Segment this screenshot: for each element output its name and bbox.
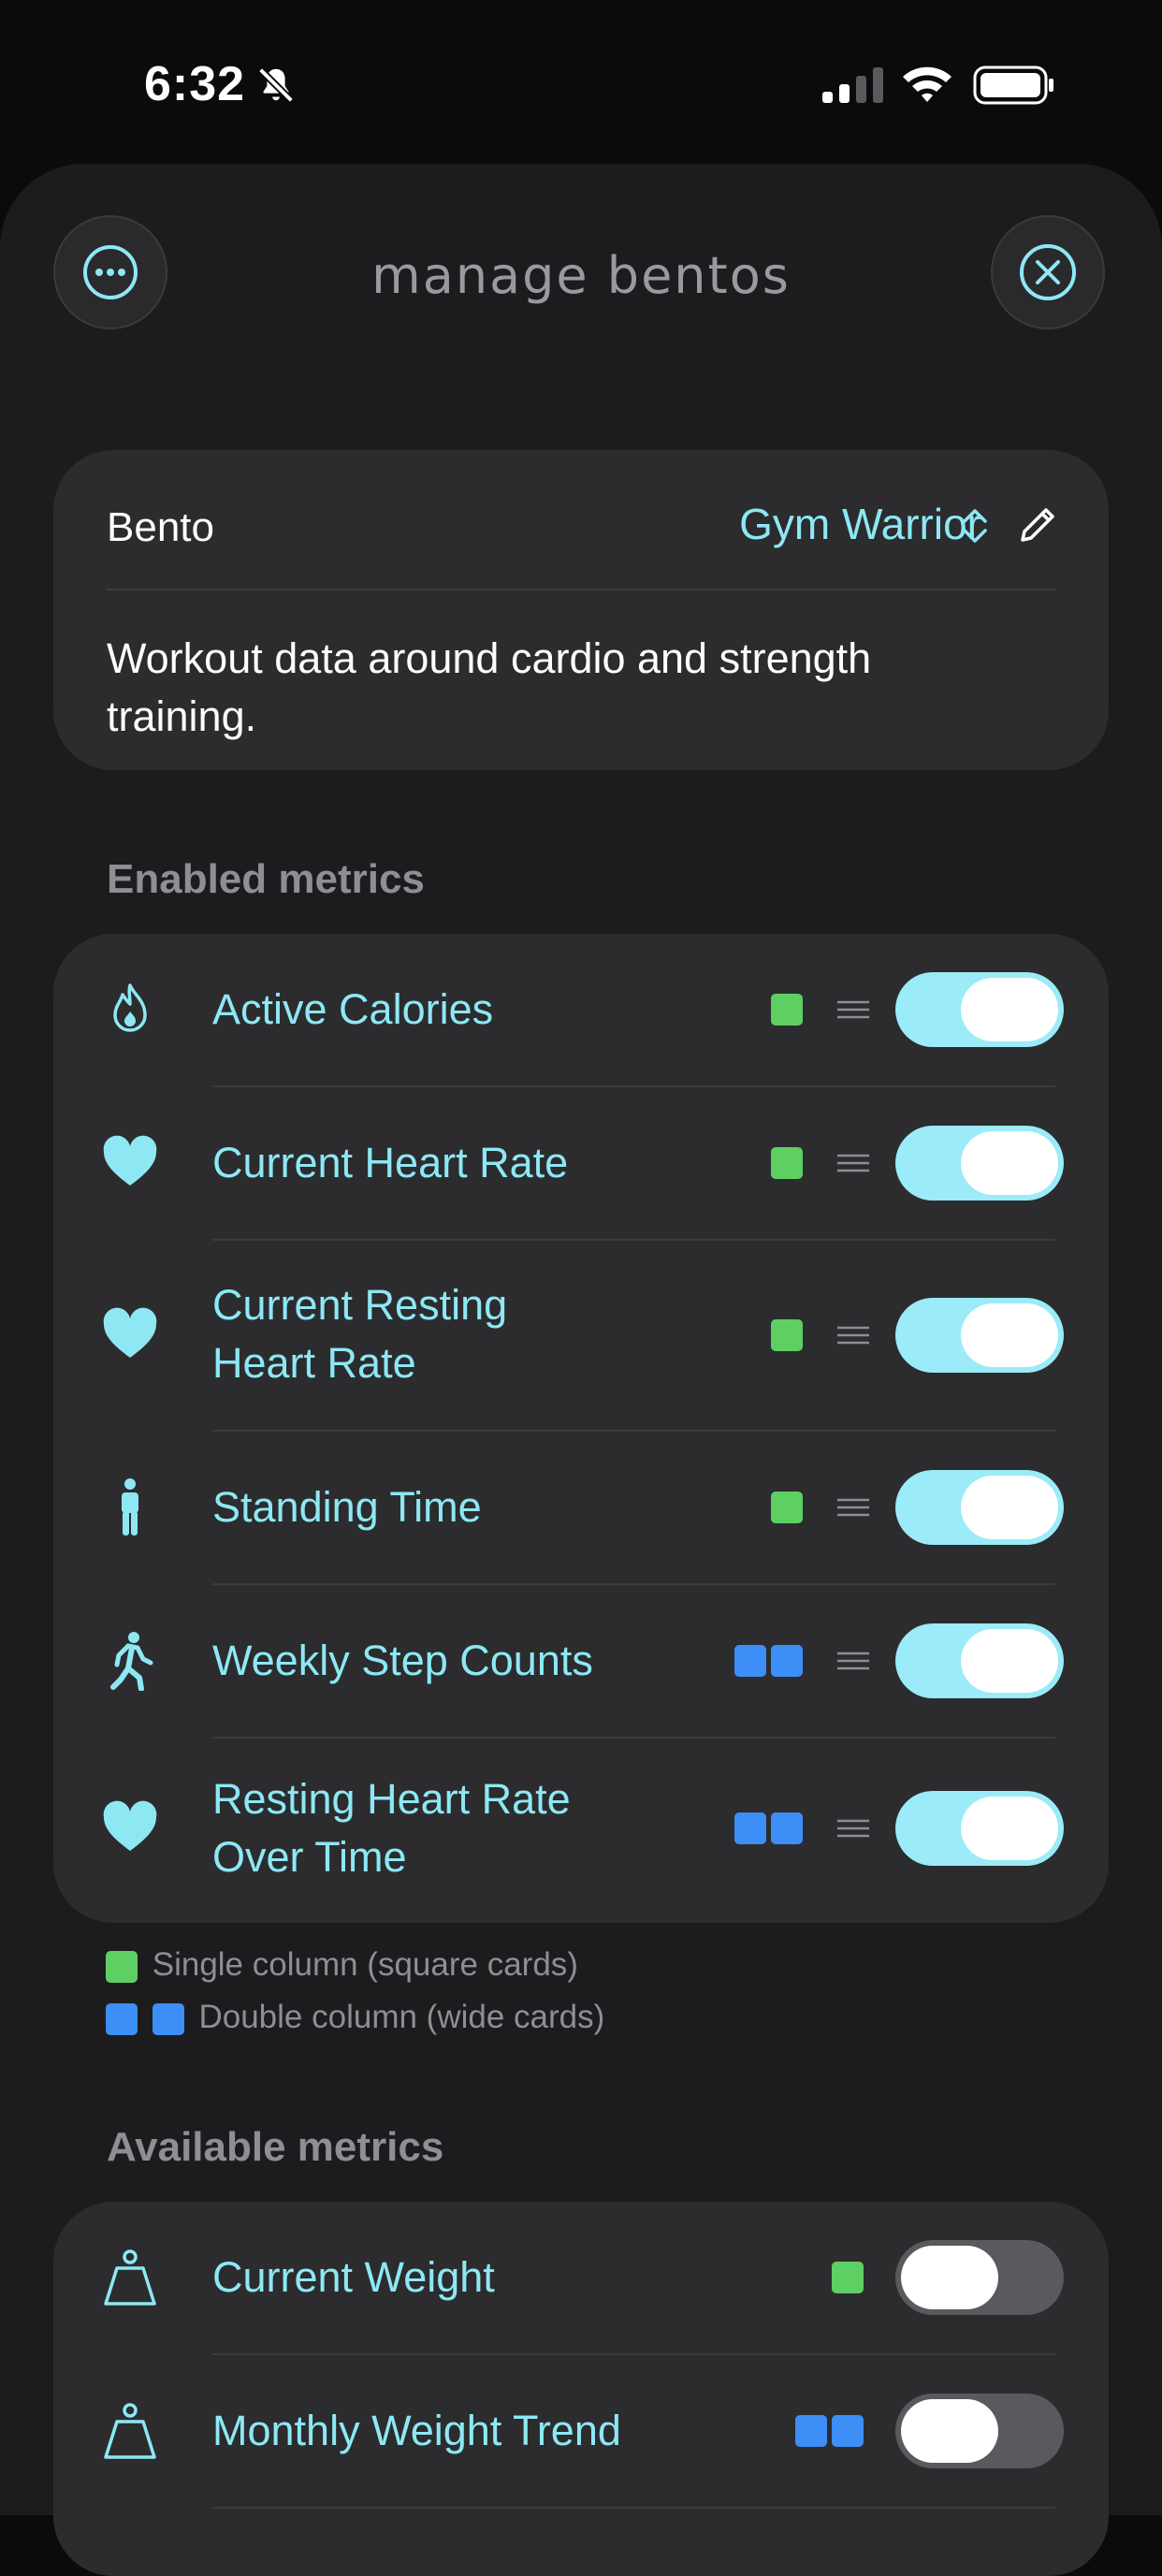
metric-row-current-weight[interactable]: Current Weight	[53, 2202, 1109, 2353]
metric-row-standing-time[interactable]: Standing Time	[53, 1432, 1109, 1583]
double-column-indicator	[734, 1645, 766, 1677]
legend-single: Single column (square cards)	[106, 1946, 578, 1984]
metric-toggle[interactable]	[895, 2394, 1064, 2468]
bento-picker[interactable]: Gym Warrior	[739, 499, 981, 549]
enabled-metrics-header: Enabled metrics	[107, 856, 425, 902]
metric-label: Current Resting Heart Rate	[212, 1281, 508, 1387]
flame-icon	[113, 983, 147, 1032]
double-column-indicator	[832, 2415, 864, 2447]
heart-icon	[103, 1800, 157, 1851]
available-metrics-card: Current Weight Monthly Weight Trend	[53, 2202, 1109, 2576]
bell-slash-icon	[257, 66, 295, 104]
walking-person-icon	[110, 1632, 153, 1691]
available-metrics-header: Available metrics	[107, 2124, 444, 2170]
double-column-indicator	[734, 1812, 766, 1844]
single-column-indicator	[106, 1950, 138, 1983]
single-column-indicator	[771, 1147, 803, 1179]
metric-toggle[interactable]	[895, 1298, 1064, 1373]
drag-handle-icon[interactable]	[837, 1154, 869, 1172]
metric-label: Current Weight	[212, 2253, 495, 2301]
close-circle-icon	[1020, 244, 1076, 300]
double-column-indicator	[152, 2002, 184, 2035]
close-button[interactable]	[991, 215, 1105, 329]
metric-label: Resting Heart Rate Over Time	[212, 1775, 571, 1881]
double-column-indicator	[771, 1812, 803, 1844]
drag-handle-icon[interactable]	[837, 1652, 869, 1670]
bento-label: Bento	[107, 504, 214, 550]
metric-label: Monthly Weight Trend	[212, 2407, 621, 2454]
battery-icon	[973, 65, 1053, 105]
drag-handle-icon[interactable]	[837, 1819, 869, 1838]
metric-toggle[interactable]	[895, 2240, 1064, 2315]
double-column-indicator	[795, 2415, 827, 2447]
cellular-signal-icon	[822, 67, 883, 103]
metric-row-current-resting-heart-rate[interactable]: Current Resting Heart Rate	[53, 1241, 1109, 1430]
metric-row-monthly-weight-trend[interactable]: Monthly Weight Trend	[53, 2355, 1109, 2507]
pencil-icon[interactable]	[1015, 502, 1060, 547]
divider	[212, 2507, 1055, 2509]
metric-toggle[interactable]	[895, 1623, 1064, 1698]
wifi-icon	[903, 66, 951, 102]
metric-label: Weekly Step Counts	[212, 1637, 593, 1684]
heart-icon	[103, 1307, 157, 1358]
legend-single-label: Single column (square cards)	[152, 1946, 578, 1983]
metric-row-resting-heart-rate-over-time[interactable]: Resting Heart Rate Over Time	[53, 1739, 1109, 1923]
single-column-indicator	[771, 994, 803, 1026]
metric-row-weekly-step-counts[interactable]: Weekly Step Counts	[53, 1585, 1109, 1737]
metric-label: Active Calories	[212, 985, 494, 1033]
single-column-indicator	[771, 1319, 803, 1351]
double-column-indicator	[106, 2002, 138, 2035]
legend-double: Double column (wide cards)	[106, 1999, 604, 2036]
drag-handle-icon[interactable]	[837, 1326, 869, 1345]
scale-weight-icon	[104, 2249, 156, 2306]
divider	[107, 589, 1055, 590]
drag-handle-icon[interactable]	[837, 1498, 869, 1517]
standing-person-icon	[122, 1478, 138, 1535]
scale-weight-icon	[104, 2403, 156, 2459]
metric-row-current-heart-rate[interactable]: Current Heart Rate	[53, 1087, 1109, 1239]
heart-icon	[103, 1135, 157, 1186]
status-bar: 6:32	[0, 0, 1162, 164]
bento-description: Workout data around cardio and strength …	[107, 634, 872, 740]
single-column-indicator	[832, 2262, 864, 2293]
drag-handle-icon[interactable]	[837, 1000, 869, 1019]
metric-toggle[interactable]	[895, 972, 1064, 1047]
enabled-metrics-card: Active Calories Current Heart Rate Curre…	[53, 934, 1109, 1923]
metric-toggle[interactable]	[895, 1470, 1064, 1545]
metric-label: Current Heart Rate	[212, 1139, 569, 1186]
metric-toggle[interactable]	[895, 1126, 1064, 1201]
sheet-title: manage bentos	[371, 246, 791, 305]
status-time: 6:32	[144, 57, 246, 111]
chevron-up-down-icon[interactable]	[959, 506, 991, 546]
double-column-indicator	[771, 1645, 803, 1677]
bento-card: Bento Gym Warrior Workout data around ca…	[53, 450, 1109, 770]
legend-double-label: Double column (wide cards)	[198, 1999, 605, 2035]
metric-row-active-calories[interactable]: Active Calories	[53, 934, 1109, 1085]
metric-toggle[interactable]	[895, 1791, 1064, 1866]
single-column-indicator	[771, 1492, 803, 1523]
metric-label: Standing Time	[212, 1483, 482, 1531]
